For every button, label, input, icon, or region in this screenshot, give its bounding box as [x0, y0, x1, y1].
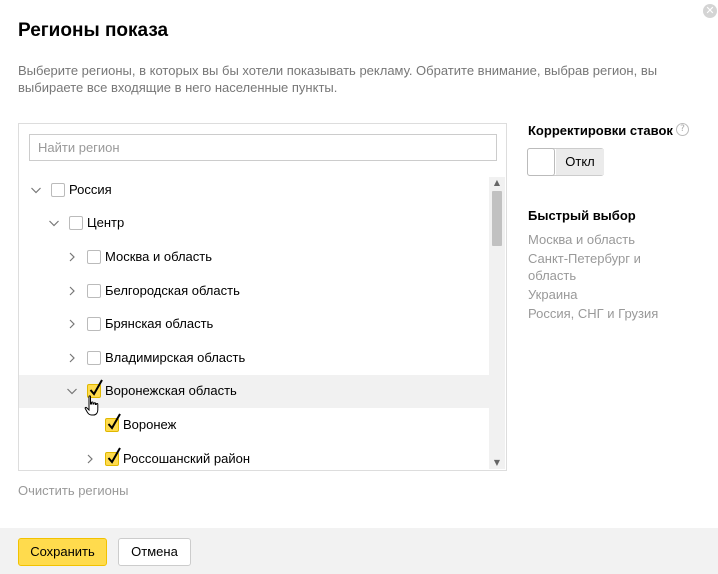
- tree-row[interactable]: Центр: [19, 207, 491, 241]
- scrollbar-thumb[interactable]: [492, 191, 502, 246]
- tree-row[interactable]: Россошанский район: [19, 442, 491, 470]
- tree-row[interactable]: Брянская область: [19, 307, 491, 341]
- region-label: Воронеж: [123, 416, 177, 432]
- region-label: Центр: [87, 215, 125, 231]
- region-label: Воронежская область: [105, 383, 237, 399]
- quick-select-item[interactable]: Украина: [528, 286, 688, 303]
- region-label: Владимирская область: [105, 349, 246, 365]
- region-checkbox[interactable]: [51, 182, 65, 197]
- close-icon[interactable]: ✕: [703, 4, 717, 18]
- region-label: Москва и область: [105, 248, 213, 264]
- cancel-button[interactable]: Отмена: [118, 538, 191, 566]
- clear-regions-link[interactable]: Очистить регионы: [18, 483, 128, 498]
- scroll-down-icon[interactable]: ▼: [489, 457, 505, 469]
- chevron-right-icon[interactable]: [65, 351, 79, 365]
- toggle-off-label: Откл: [556, 149, 604, 175]
- region-checkbox[interactable]: [87, 249, 101, 264]
- tree-row[interactable]: Владимирская область: [19, 341, 491, 375]
- region-label: Россошанский район: [123, 450, 250, 466]
- chevron-right-icon[interactable]: [83, 452, 97, 466]
- region-label: Белгородская область: [105, 282, 240, 298]
- quick-select-list: Москва и область Санкт-Петербург и облас…: [528, 231, 688, 324]
- dialog-footer: Сохранить Отмена: [0, 528, 718, 574]
- quick-select-item[interactable]: Москва и область: [528, 231, 688, 248]
- bid-adjustments-toggle[interactable]: Откл: [527, 148, 604, 176]
- tree-row[interactable]: Воронежская область: [19, 374, 491, 409]
- quick-select-heading: Быстрый выбор: [528, 208, 636, 223]
- tree-row[interactable]: Россия: [19, 173, 491, 207]
- region-checkbox[interactable]: [87, 379, 103, 399]
- region-checkbox[interactable]: [87, 283, 101, 298]
- chevron-right-icon[interactable]: [65, 317, 79, 331]
- region-tree: Россия Центр Москва и область Белгородская …: [19, 173, 491, 470]
- region-label: Брянская область: [105, 316, 214, 332]
- bid-adjustments-heading: Корректировки ставок: [528, 123, 673, 138]
- tree-scrollbar[interactable]: ▲ ▼: [489, 177, 505, 469]
- region-label: Россия: [69, 181, 112, 197]
- dialog-title: Регионы показа: [18, 20, 169, 41]
- quick-select-item[interactable]: Россия, СНГ и Грузия: [528, 305, 688, 322]
- tree-row[interactable]: Воронеж: [19, 408, 491, 442]
- chevron-right-icon[interactable]: [65, 250, 79, 264]
- chevron-down-icon[interactable]: [47, 216, 61, 230]
- region-checkbox[interactable]: [87, 350, 101, 365]
- region-tree-panel: Россия Центр Москва и область Белгородская …: [18, 123, 507, 471]
- tree-row[interactable]: Москва и область: [19, 240, 491, 274]
- chevron-down-icon[interactable]: [29, 183, 43, 197]
- region-checkbox[interactable]: [69, 216, 83, 231]
- chevron-down-icon[interactable]: [65, 384, 79, 398]
- quick-select-item[interactable]: Санкт-Петербург и область: [528, 250, 688, 284]
- region-checkbox[interactable]: [87, 317, 101, 332]
- toggle-knob: [527, 148, 555, 176]
- region-search-input[interactable]: [29, 134, 497, 161]
- scroll-up-icon[interactable]: ▲: [489, 177, 505, 189]
- tree-row[interactable]: Белгородская область: [19, 274, 491, 308]
- chevron-right-icon[interactable]: [65, 284, 79, 298]
- region-checkbox[interactable]: [105, 413, 121, 432]
- region-checkbox[interactable]: [105, 447, 121, 466]
- dialog-description: Выберите регионы, в которых вы бы хотели…: [18, 63, 658, 95]
- question-circle-icon[interactable]: ?: [676, 123, 689, 136]
- save-button[interactable]: Сохранить: [18, 538, 107, 566]
